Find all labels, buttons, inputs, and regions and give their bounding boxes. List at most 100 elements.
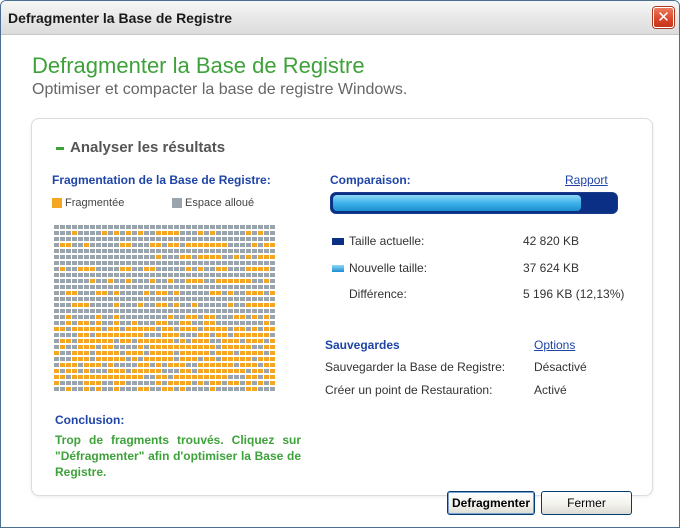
map-cell bbox=[132, 369, 137, 373]
map-cell bbox=[270, 243, 275, 247]
map-cell bbox=[252, 285, 257, 289]
map-cell bbox=[132, 243, 137, 247]
map-cell bbox=[90, 345, 95, 349]
map-cell bbox=[222, 249, 227, 253]
map-cell bbox=[132, 357, 137, 361]
map-cell bbox=[162, 315, 167, 319]
map-cell bbox=[156, 273, 161, 277]
map-cell bbox=[240, 285, 245, 289]
map-cell bbox=[198, 339, 203, 343]
map-cell bbox=[204, 261, 209, 265]
map-cell bbox=[186, 339, 191, 343]
fragmented-swatch-icon bbox=[52, 198, 62, 208]
map-cell bbox=[180, 339, 185, 343]
map-cell bbox=[234, 243, 239, 247]
map-cell bbox=[228, 273, 233, 277]
map-cell bbox=[162, 231, 167, 235]
map-cell bbox=[72, 327, 77, 331]
map-cell bbox=[132, 381, 137, 385]
close-button[interactable]: Fermer bbox=[541, 491, 632, 515]
map-cell bbox=[108, 243, 113, 247]
map-cell bbox=[258, 225, 263, 229]
map-cell bbox=[78, 291, 83, 295]
map-cell bbox=[186, 225, 191, 229]
map-cell bbox=[66, 255, 71, 259]
map-cell bbox=[114, 255, 119, 259]
map-cell bbox=[216, 345, 221, 349]
map-cell bbox=[216, 255, 221, 259]
map-cell bbox=[156, 357, 161, 361]
map-cell bbox=[156, 387, 161, 391]
map-cell bbox=[234, 363, 239, 367]
map-cell bbox=[66, 285, 71, 289]
map-cell bbox=[270, 357, 275, 361]
map-cell bbox=[216, 327, 221, 331]
map-cell bbox=[60, 339, 65, 343]
close-window-button[interactable]: ✕ bbox=[653, 7, 674, 28]
map-cell bbox=[210, 387, 215, 391]
map-cell bbox=[174, 387, 179, 391]
map-cell bbox=[252, 375, 257, 379]
map-cell bbox=[72, 297, 77, 301]
map-cell bbox=[108, 381, 113, 385]
map-cell bbox=[210, 249, 215, 253]
map-cell bbox=[228, 243, 233, 247]
map-cell bbox=[90, 225, 95, 229]
map-cell bbox=[186, 255, 191, 259]
map-cell bbox=[192, 345, 197, 349]
map-cell bbox=[228, 327, 233, 331]
map-cell bbox=[126, 261, 131, 265]
defragment-button[interactable]: Defragmenter bbox=[447, 491, 535, 515]
map-cell bbox=[240, 243, 245, 247]
map-cell bbox=[216, 351, 221, 355]
report-link[interactable]: Rapport bbox=[565, 173, 608, 187]
map-cell bbox=[54, 291, 59, 295]
map-cell bbox=[54, 231, 59, 235]
map-cell bbox=[246, 231, 251, 235]
map-cell bbox=[264, 309, 269, 313]
map-cell bbox=[96, 291, 101, 295]
map-cell bbox=[234, 237, 239, 241]
map-cell bbox=[126, 273, 131, 277]
map-cell bbox=[96, 375, 101, 379]
map-cell bbox=[54, 381, 59, 385]
map-cell bbox=[66, 225, 71, 229]
map-cell bbox=[174, 291, 179, 295]
map-cell bbox=[90, 309, 95, 313]
map-cell bbox=[258, 231, 263, 235]
map-cell bbox=[162, 333, 167, 337]
map-cell bbox=[108, 303, 113, 307]
map-cell bbox=[252, 321, 257, 325]
map-cell bbox=[72, 255, 77, 259]
map-cell bbox=[246, 309, 251, 313]
map-cell bbox=[78, 255, 83, 259]
map-cell bbox=[246, 387, 251, 391]
app-window: Defragmenter la Base de Registre ✕ Defra… bbox=[0, 0, 680, 528]
map-cell bbox=[120, 249, 125, 253]
map-cell bbox=[126, 357, 131, 361]
map-cell bbox=[114, 321, 119, 325]
map-cell bbox=[78, 363, 83, 367]
map-cell bbox=[78, 315, 83, 319]
map-cell bbox=[222, 231, 227, 235]
map-cell bbox=[192, 327, 197, 331]
map-cell bbox=[198, 357, 203, 361]
map-cell bbox=[144, 237, 149, 241]
options-link[interactable]: Options bbox=[534, 338, 575, 352]
map-cell bbox=[108, 261, 113, 265]
map-cell bbox=[120, 309, 125, 313]
map-cell bbox=[264, 345, 269, 349]
map-cell bbox=[66, 351, 71, 355]
map-cell bbox=[132, 315, 137, 319]
map-cell bbox=[96, 267, 101, 271]
map-cell bbox=[120, 303, 125, 307]
map-cell bbox=[120, 261, 125, 265]
map-cell bbox=[60, 297, 65, 301]
map-cell bbox=[198, 243, 203, 247]
map-cell bbox=[144, 255, 149, 259]
map-cell bbox=[174, 345, 179, 349]
map-cell bbox=[114, 285, 119, 289]
map-cell bbox=[264, 273, 269, 277]
map-cell bbox=[54, 225, 59, 229]
map-cell bbox=[198, 387, 203, 391]
